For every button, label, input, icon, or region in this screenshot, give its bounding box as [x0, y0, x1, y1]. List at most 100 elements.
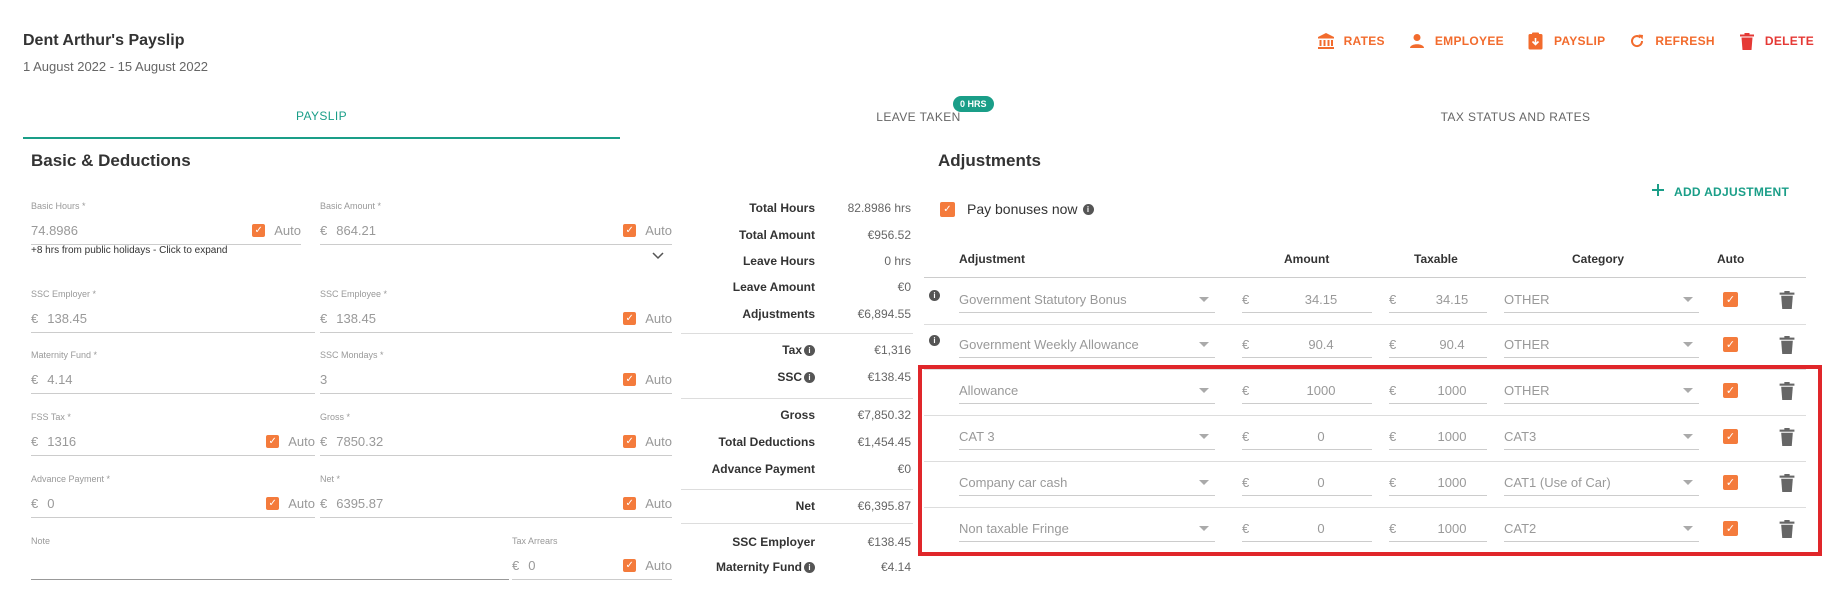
- summary-key: SSC Employer: [732, 535, 815, 549]
- delete-button[interactable]: DELETE: [1738, 32, 1814, 50]
- ssc-employer-input[interactable]: 138.45: [47, 311, 315, 326]
- auto-label: Auto: [645, 434, 672, 449]
- col-taxable: Taxable: [1414, 252, 1458, 266]
- ssc-mondays-input[interactable]: 3: [320, 372, 623, 387]
- taxable-input[interactable]: €34.15: [1389, 287, 1487, 313]
- tax-info-icon[interactable]: i: [804, 345, 815, 356]
- pay-bonuses-checkbox[interactable]: ✓: [940, 201, 955, 217]
- add-adjustment-button[interactable]: ADD ADJUSTMENT: [1652, 184, 1789, 199]
- currency-symbol: €: [1242, 292, 1250, 307]
- trash-icon[interactable]: [1779, 291, 1795, 309]
- tab-leave-taken[interactable]: LEAVE TAKEN: [620, 95, 1217, 139]
- trash-icon[interactable]: [1779, 336, 1795, 354]
- taxable-value: 90.4: [1439, 337, 1465, 352]
- tab-payslip[interactable]: PAYSLIP: [23, 95, 620, 139]
- currency-symbol: €: [31, 434, 39, 449]
- tax-arrears-auto-checkbox[interactable]: ✓: [623, 559, 637, 572]
- auto-checkbox[interactable]: ✓: [1723, 337, 1738, 352]
- rates-button[interactable]: RATES: [1317, 32, 1385, 50]
- col-amount: Amount: [1284, 252, 1330, 266]
- basic-hours-label: Basic Hours *: [31, 201, 86, 211]
- auto-label: Auto: [645, 311, 672, 326]
- payslip-label: PAYSLIP: [1553, 34, 1606, 48]
- gross-field: Gross * € 7850.32 ✓ Auto: [320, 412, 672, 456]
- toolbar: RATES EMPLOYEE PAYSLIP REFRESH DELETE: [1317, 32, 1814, 50]
- fss-tax-auto-checkbox[interactable]: ✓: [266, 435, 280, 448]
- gross-input[interactable]: 7850.32: [336, 434, 623, 449]
- currency-symbol: €: [512, 558, 520, 573]
- gross-auto-checkbox[interactable]: ✓: [623, 435, 637, 448]
- employee-button[interactable]: EMPLOYEE: [1408, 32, 1504, 50]
- ssc-mondays-auto-checkbox[interactable]: ✓: [623, 373, 637, 386]
- net-auto-checkbox[interactable]: ✓: [623, 497, 637, 510]
- net-input[interactable]: 6395.87: [336, 496, 623, 511]
- adjustment-select[interactable]: Government Weekly Allowance: [959, 332, 1215, 358]
- adjustment-info-icon[interactable]: i: [929, 290, 940, 301]
- col-adjustment: Adjustment: [959, 252, 1025, 266]
- refresh-icon: [1628, 32, 1646, 50]
- category-select[interactable]: OTHER: [1504, 287, 1699, 313]
- bank-icon: [1317, 32, 1335, 50]
- summary-value: €138.45: [867, 370, 911, 384]
- ssc-employee-auto-checkbox[interactable]: ✓: [623, 312, 637, 325]
- note-label: Note: [31, 536, 51, 546]
- net-field: Net * € 6395.87 ✓ Auto: [320, 474, 672, 518]
- summary-key: Leave Hours: [742, 254, 815, 268]
- summary-row: Total Amount €956.52: [681, 228, 911, 242]
- ssc-employee-input[interactable]: 138.45: [336, 311, 623, 326]
- payslip-download-button[interactable]: PAYSLIP: [1527, 32, 1605, 50]
- tax-arrears-field: Tax Arrears € 0 ✓ Auto: [512, 536, 672, 580]
- taxable-input[interactable]: €90.4: [1389, 332, 1487, 358]
- currency-symbol: €: [31, 496, 39, 511]
- delete-label: DELETE: [1764, 34, 1814, 48]
- summary-key: Total Amount: [739, 228, 815, 242]
- maternity-info-icon[interactable]: i: [804, 562, 815, 573]
- maternity-fund-input[interactable]: 4.14: [47, 372, 315, 387]
- summary-value: €0: [897, 462, 911, 476]
- adjustment-info-icon[interactable]: i: [929, 335, 940, 346]
- advance-payment-field: Advance Payment * € 0 ✓ Auto: [31, 474, 315, 518]
- summary-row: Leave Amount €0: [681, 280, 911, 294]
- summary-row: Net €6,395.87: [681, 499, 911, 513]
- currency-symbol: €: [320, 223, 328, 238]
- amount-value: 90.4: [1308, 337, 1334, 352]
- summary-divider: [681, 523, 913, 524]
- chevron-down-icon[interactable]: [652, 249, 664, 263]
- fss-tax-input[interactable]: 1316: [47, 434, 266, 449]
- basic-amount-input[interactable]: 864.21: [336, 223, 623, 238]
- pay-period: 1 August 2022 - 15 August 2022: [23, 59, 209, 74]
- tax-arrears-label: Tax Arrears: [512, 536, 558, 546]
- summary-row: Tax i €1,316: [681, 343, 911, 357]
- advance-payment-input[interactable]: 0: [47, 496, 266, 511]
- amount-input[interactable]: €90.4: [1242, 332, 1372, 358]
- add-adjustment-label: ADD ADJUSTMENT: [1674, 184, 1790, 199]
- currency-symbol: €: [320, 311, 328, 326]
- basic-hours-input[interactable]: 74.8986: [31, 223, 252, 238]
- download-doc-icon: [1527, 32, 1545, 50]
- tax-arrears-input[interactable]: 0: [528, 558, 623, 573]
- ssc-employee-label: SSC Employee *: [320, 289, 388, 299]
- auto-label: Auto: [288, 496, 315, 511]
- basic-amount-auto-checkbox[interactable]: ✓: [623, 224, 637, 237]
- adjustment-select[interactable]: Government Statutory Bonus: [959, 287, 1215, 313]
- auto-label: Auto: [645, 496, 672, 511]
- amount-input[interactable]: €34.15: [1242, 287, 1372, 313]
- refresh-button[interactable]: REFRESH: [1628, 32, 1715, 50]
- category-select[interactable]: OTHER: [1504, 332, 1699, 358]
- col-auto: Auto: [1717, 252, 1745, 266]
- ssc-info-icon[interactable]: i: [804, 372, 815, 383]
- pay-bonuses-info-icon[interactable]: i: [1082, 203, 1094, 215]
- public-holidays-expand-hint[interactable]: +8 hrs from public holidays - Click to e…: [31, 245, 227, 256]
- maternity-fund-label: Maternity Fund *: [31, 350, 98, 360]
- auto-label: Auto: [645, 558, 672, 573]
- rates-label: RATES: [1343, 34, 1385, 48]
- tab-tax-status[interactable]: TAX STATUS AND RATES: [1217, 95, 1814, 139]
- basic-hours-auto-checkbox[interactable]: ✓: [252, 224, 266, 237]
- note-field: Note: [31, 536, 509, 580]
- trash-icon: [1738, 32, 1756, 50]
- auto-checkbox[interactable]: ✓: [1723, 292, 1738, 307]
- fss-tax-field: FSS Tax * € 1316 ✓ Auto: [31, 412, 315, 456]
- advance-payment-auto-checkbox[interactable]: ✓: [266, 497, 280, 510]
- currency-symbol: €: [1389, 292, 1397, 307]
- currency-symbol: €: [320, 496, 328, 511]
